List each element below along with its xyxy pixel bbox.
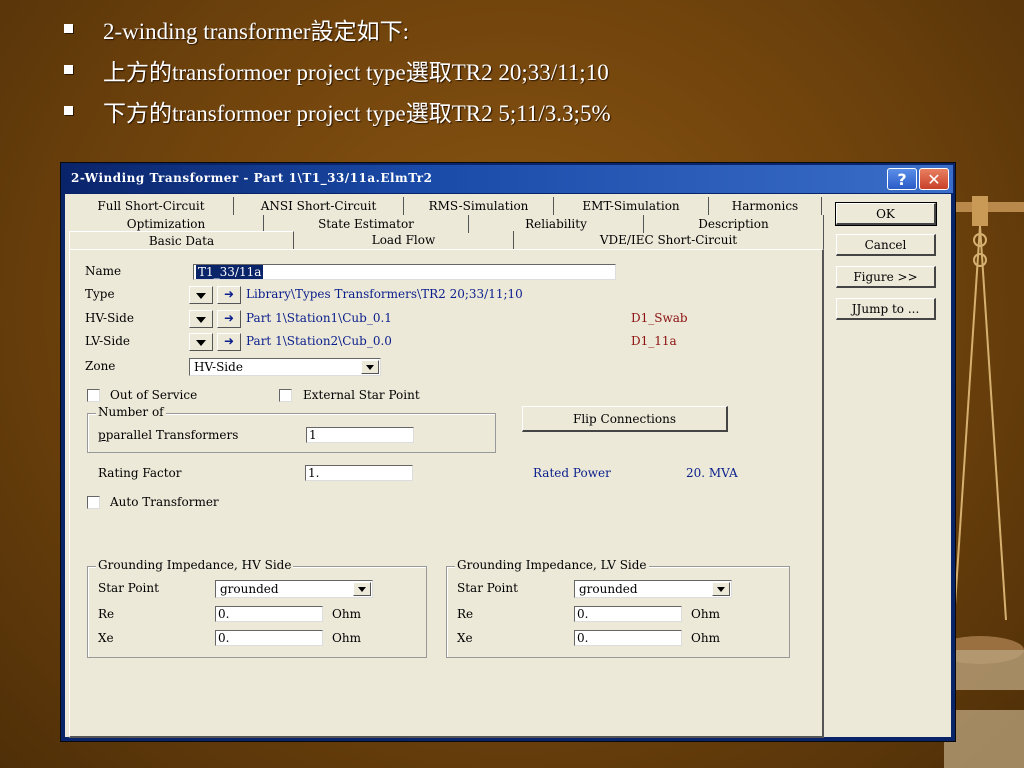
grounding-lv-legend: Grounding Impedance, LV Side [455,558,649,572]
hv-side-jump-arrow-icon[interactable]: ➜ [217,310,241,328]
lv-xe-input[interactable]: 0. [574,630,682,646]
chevron-down-icon[interactable] [712,582,730,596]
type-jump-arrow-icon[interactable]: ➜ [217,286,241,304]
tab-row-3: Basic Data Load Flow VDE/IEC Short-Circu… [69,231,824,250]
lv-star-point-value: grounded [579,582,638,596]
number-of-group: Number of pparallel Transformers 1 [87,405,496,453]
rating-factor-input[interactable]: 1. [305,465,413,481]
lv-xe-label: Xe [457,631,473,645]
hv-re-unit: Ohm [332,607,361,621]
bullet-square-icon [64,65,73,74]
hv-xe-unit: Ohm [332,631,361,645]
hv-side-label: HV-Side [85,311,134,325]
chevron-down-icon[interactable] [353,582,371,596]
bullet-text: 上方的transformoer project type選取TR2 20;33/… [103,59,609,85]
hv-side-link[interactable]: Part 1\Station1\Cub_0.1 [246,311,392,325]
tab-harmonics[interactable]: Harmonics [709,197,822,215]
hv-re-input[interactable]: 0. [215,606,323,622]
bullet-list: 2-winding transformer設定如下: 上方的transformo… [60,8,611,131]
out-of-service-checkbox[interactable] [87,389,100,402]
help-button[interactable]: ? [887,168,917,190]
number-of-legend: Number of [96,405,166,419]
lv-side-jump-arrow-icon[interactable]: ➜ [217,333,241,351]
rating-factor-label: Rating Factor [98,466,182,480]
type-label: Type [85,287,115,301]
bullet-text: 下方的transformoer project type選取TR2 5;11/3… [103,100,611,126]
type-link[interactable]: Library\Types Transformers\TR2 20;33/11;… [246,287,523,301]
lv-node-name: D1_11a [631,334,677,348]
basic-data-panel: Name T1_33/11a Type ➜ Library\Types Tran… [69,249,824,738]
lv-side-link[interactable]: Part 1\Station2\Cub_0.0 [246,334,392,348]
name-value: T1_33/11a [196,265,264,279]
figure-button[interactable]: Figure >> [836,266,936,288]
ok-button[interactable]: OK [835,202,937,226]
lv-xe-unit: Ohm [691,631,720,645]
auto-transformer-checkbox[interactable] [87,496,100,509]
tab-row-1: Full Short-Circuit ANSI Short-Circuit RM… [69,197,824,215]
type-select-button[interactable] [189,286,213,304]
cancel-button[interactable]: Cancel [836,234,936,256]
tab-load-flow[interactable]: Load Flow [294,231,514,249]
tab-vde-iec-short-circuit[interactable]: VDE/IEC Short-Circuit [514,231,824,249]
hv-xe-input[interactable]: 0. [215,630,323,646]
flip-connections-button[interactable]: Flip Connections [522,406,728,432]
grounding-hv-legend: Grounding Impedance, HV Side [96,558,294,572]
lv-side-label: LV-Side [85,334,131,348]
tab-basic-data[interactable]: Basic Data [69,231,294,249]
hv-star-point-select[interactable]: grounded [215,580,373,598]
rated-power-label: Rated Power [533,466,611,480]
bullet-text: 2-winding transformer設定如下: [103,18,409,44]
jump-to-button[interactable]: J Jump to ... [836,298,936,320]
scale-decoration-icon [944,196,1024,768]
lv-re-label: Re [457,607,474,621]
zone-label: Zone [85,359,116,373]
hv-re-label: Re [98,607,115,621]
grounding-lv-group: Grounding Impedance, LV Side Star Point … [446,558,790,658]
bullet-square-icon [64,106,73,115]
title-bar[interactable]: 2-Winding Transformer - Part 1\T1_33/11a… [63,165,953,193]
lv-re-unit: Ohm [691,607,720,621]
zone-select[interactable]: HV-Side [189,358,381,376]
tab-emt-simulation[interactable]: EMT-Simulation [554,197,709,215]
hv-star-point-label: Star Point [98,581,159,595]
out-of-service-label: Out of Service [110,388,198,402]
hv-side-select-button[interactable] [189,310,213,328]
tab-full-short-circuit[interactable]: Full Short-Circuit [69,197,234,215]
bullet-item: 2-winding transformer設定如下: [60,8,611,49]
hv-xe-label: Xe [98,631,114,645]
parallel-transformers-input[interactable]: 1 [306,427,414,443]
lv-star-point-label: Star Point [457,581,518,595]
auto-transformer-label: Auto Transformer [110,495,219,509]
name-label: Name [85,264,122,278]
lv-star-point-select[interactable]: grounded [574,580,732,598]
jump-to-label: Jump to ... [856,301,920,316]
external-star-point-checkbox[interactable] [279,389,292,402]
bullet-item: 上方的transformoer project type選取TR2 20;33/… [60,49,611,90]
transformer-dialog: 2-Winding Transformer - Part 1\T1_33/11a… [60,162,956,742]
tab-ansi-short-circuit[interactable]: ANSI Short-Circuit [234,197,404,215]
tab-rms-simulation[interactable]: RMS-Simulation [404,197,554,215]
dialog-title: 2-Winding Transformer - Part 1\T1_33/11a… [71,171,433,185]
close-button[interactable]: ✕ [919,168,949,190]
parallel-transformers-label: pparallel Transformers [98,428,239,442]
dialog-client: Full Short-Circuit ANSI Short-Circuit RM… [65,194,951,738]
rated-power-value: 20. MVA [686,466,738,480]
hv-node-name: D1_Swab [631,311,688,325]
lv-side-select-button[interactable] [189,333,213,351]
grounding-hv-group: Grounding Impedance, HV Side Star Point … [87,558,427,658]
lv-re-input[interactable]: 0. [574,606,682,622]
external-star-point-label: External Star Point [303,388,420,402]
name-input[interactable]: T1_33/11a [193,264,616,280]
hv-star-point-value: grounded [220,582,279,596]
bullet-square-icon [64,24,73,33]
bullet-item: 下方的transformoer project type選取TR2 5;11/3… [60,90,611,131]
chevron-down-icon[interactable] [361,360,379,374]
zone-value: HV-Side [194,360,243,374]
